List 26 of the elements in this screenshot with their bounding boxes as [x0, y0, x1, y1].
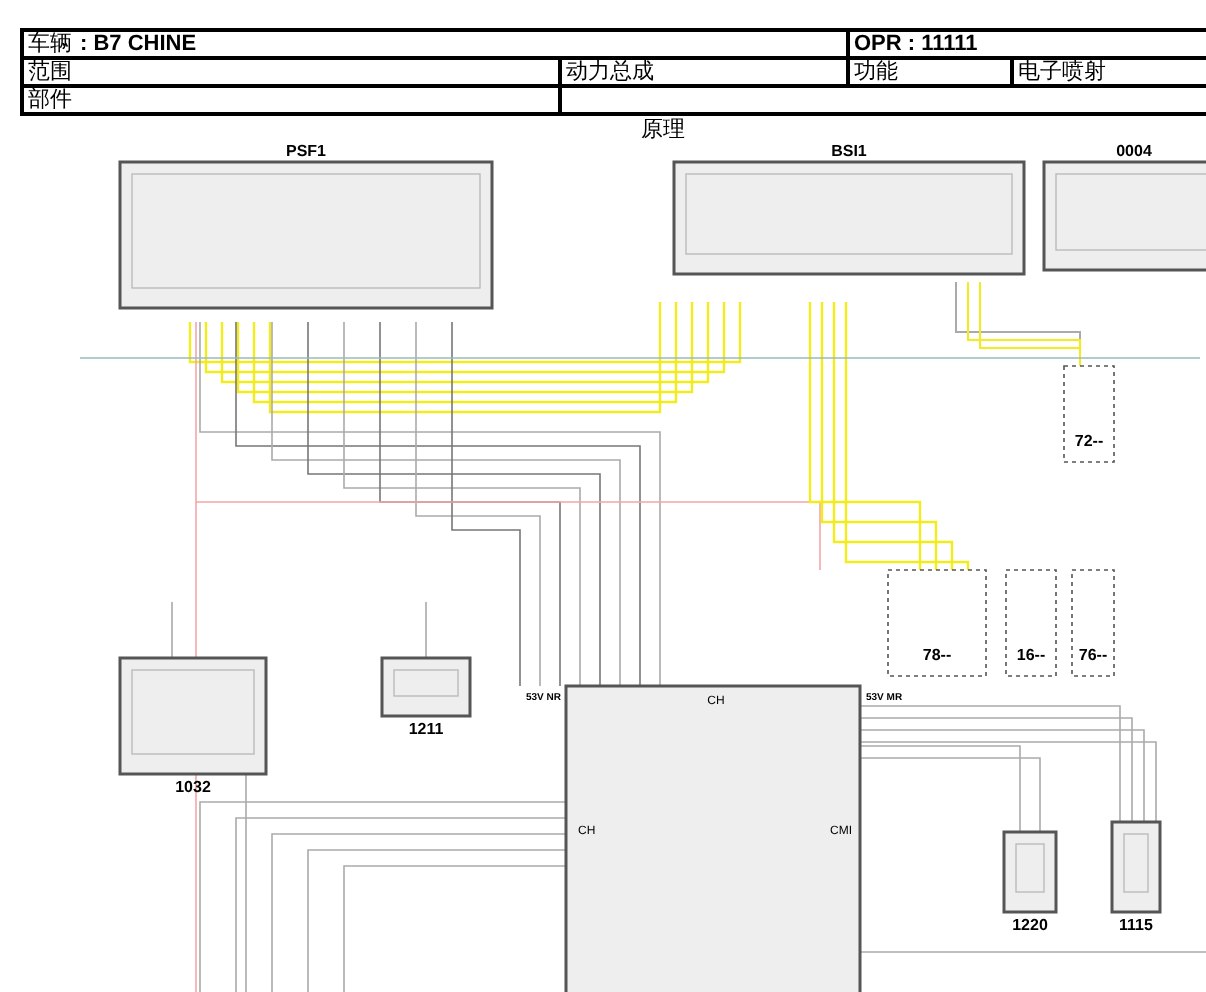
table-cell: 功能	[850, 60, 1014, 88]
opr-cell: OPR : 11111	[850, 32, 1206, 60]
component-label: 1032	[175, 778, 211, 796]
table-cell: 动力总成	[562, 60, 850, 88]
connector-box	[1071, 569, 1115, 677]
table-cell: 部件	[24, 88, 562, 112]
component-label: 72--	[1074, 432, 1104, 450]
component-label: 1211	[408, 720, 444, 738]
component-label: 1115	[1119, 916, 1153, 934]
module-box	[380, 656, 472, 718]
connector-box	[887, 569, 987, 677]
table-cell: 范围	[24, 60, 562, 88]
module-box	[1002, 830, 1058, 914]
connector-box	[1005, 569, 1057, 677]
module-box	[1110, 820, 1162, 914]
component-label: 0004	[1116, 142, 1152, 160]
diagram-caption: 原理	[639, 116, 687, 142]
component-label: 16--	[1016, 646, 1046, 664]
table-cell: 电子喷射	[1014, 60, 1206, 88]
component-label: 78--	[922, 646, 952, 664]
component-label: 76--	[1078, 646, 1108, 664]
vehicle-cell: 车辆 : B7 CHINE	[24, 32, 850, 60]
component-label: BSI1	[831, 142, 867, 160]
connector-box	[1063, 365, 1115, 463]
component-label: PSF1	[286, 142, 326, 160]
component-label: 1220	[1012, 916, 1048, 934]
